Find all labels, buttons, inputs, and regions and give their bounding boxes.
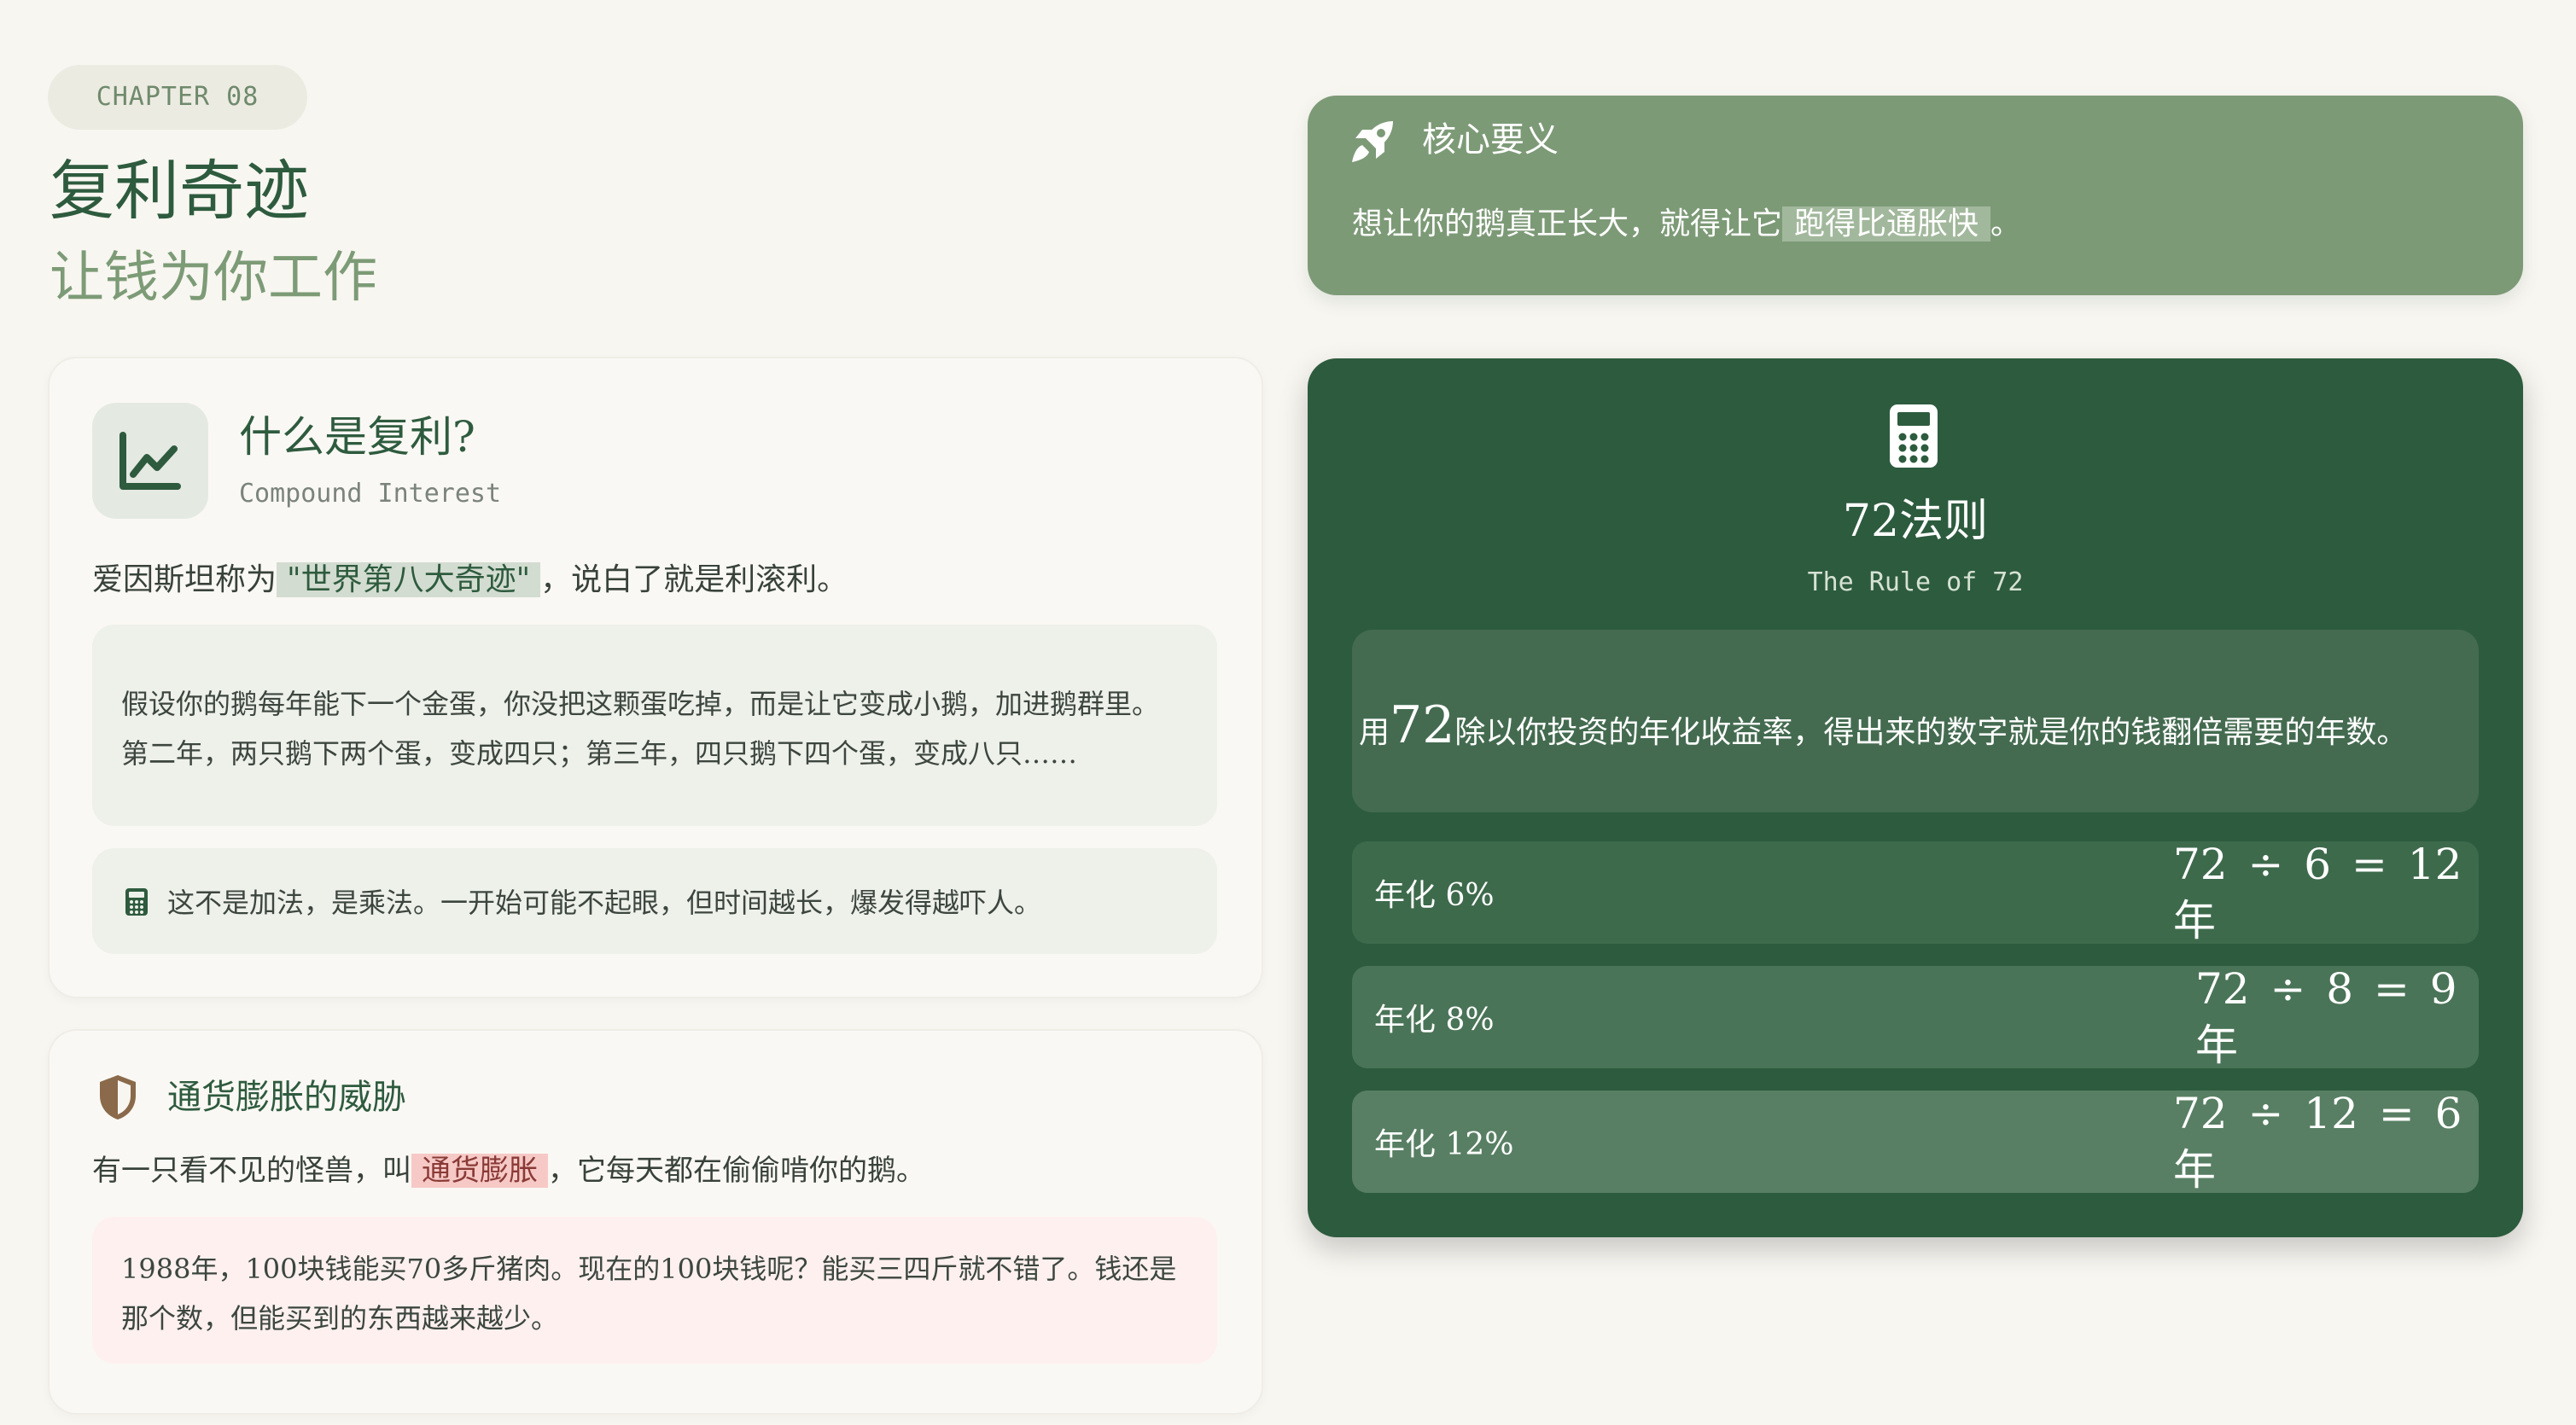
story-line-1: 假设你的鹅每年能下一个金蛋，你没把这颗蛋吃掉，而是让它变成小鹅，加进鹅群里。 <box>121 688 1160 720</box>
rocket-icon <box>1352 121 1393 162</box>
inflation-example-line-2: 那个数，但能买到的东西越来越少。 <box>121 1302 559 1335</box>
inflation-highlight: 通货膨胀 <box>411 1154 548 1188</box>
core-highlight: 跑得比通胀快 <box>1782 206 1991 241</box>
calculator-icon <box>1890 404 1938 468</box>
inflation-intro-after: ，它每天都在偷偷啃你的鹅。 <box>548 1154 925 1188</box>
rate-row-result: 72 ÷ 12 = 6 年 <box>2173 1089 2462 1195</box>
story-line-2: 第二年，两只鹅下两个蛋，变成四只；第三年，四只鹅下四个蛋，变成八只…… <box>121 737 1078 770</box>
compound-intro-after: ，说白了就是利滚利。 <box>540 562 848 597</box>
core-text: 想让你的鹅真正长大，就得让它 跑得比通胀快。 <box>1352 200 2021 249</box>
compound-heading: 什么是复利? <box>239 412 475 462</box>
rate-row-label: 年化 12% <box>1374 1127 1514 1162</box>
compound-heading-en: Compound Interest <box>239 479 502 509</box>
rate-row-label: 年化 6% <box>1374 878 1495 913</box>
rule-subtitle: The Rule of 72 <box>1807 567 2024 597</box>
core-text-after: 。 <box>1990 206 2022 241</box>
inflation-intro: 有一只看不见的怪兽，叫 通货膨胀 ，它每天都在偷偷啃你的鹅。 <box>92 1147 925 1195</box>
inflation-intro-before: 有一只看不见的怪兽，叫 <box>92 1154 411 1188</box>
tip-text: 这不是加法，是乘法。一开始可能不起眼，但时间越长，爆发得越吓人。 <box>167 887 1042 919</box>
core-text-before: 想让你的鹅真正长大，就得让它 <box>1352 206 1783 241</box>
chart-line-icon <box>119 432 181 490</box>
rule-desc-prefix: 用 <box>1359 715 1390 750</box>
inflation-example-text: 1988年，100块钱能买70多斤猪肉。现在的100块钱呢？能买三四斤就不错了。… <box>121 1244 1176 1343</box>
rule-description: 用72除以你投资的年化收益率，得出来的数字就是你的钱翻倍需要的年数。 <box>1359 700 2407 759</box>
rate-row-result: 72 ÷ 8 = 9 年 <box>2195 964 2457 1070</box>
compound-intro-highlight: "世界第八大奇迹" <box>277 562 541 597</box>
rule-desc-number: 72 <box>1390 695 1455 755</box>
rate-row-result: 72 ÷ 6 = 12 年 <box>2173 840 2462 945</box>
core-title: 核心要义 <box>1422 120 1559 160</box>
rate-row-label: 年化 8% <box>1374 1003 1495 1038</box>
rule-desc-rest: 除以你投资的年化收益率，得出来的数字就是你的钱翻倍需要的年数。 <box>1454 715 2408 750</box>
compound-intro: 爱因斯坦称为 "世界第八大奇迹" ，说白了就是利滚利。 <box>92 556 848 604</box>
chapter-badge: CHAPTER 08 <box>48 65 307 130</box>
compound-intro-before: 爱因斯坦称为 <box>92 562 277 597</box>
calculator-icon <box>125 888 148 916</box>
inflation-heading: 通货膨胀的威胁 <box>167 1078 406 1117</box>
chart-icon-box <box>92 403 208 519</box>
rule-title: 72法则 <box>1842 496 1989 547</box>
page-subtitle: 让钱为你工作 <box>50 247 377 310</box>
page-title: 复利奇迹 <box>50 153 309 229</box>
inflation-example-line-1: 1988年，100块钱能买70多斤猪肉。现在的100块钱呢？能买三四斤就不错了。… <box>121 1253 1177 1285</box>
story-text: 假设你的鹅每年能下一个金蛋，你没把这颗蛋吃掉，而是让它变成小鹅，加进鹅群里。 第… <box>121 679 1159 778</box>
shield-icon <box>100 1075 136 1120</box>
